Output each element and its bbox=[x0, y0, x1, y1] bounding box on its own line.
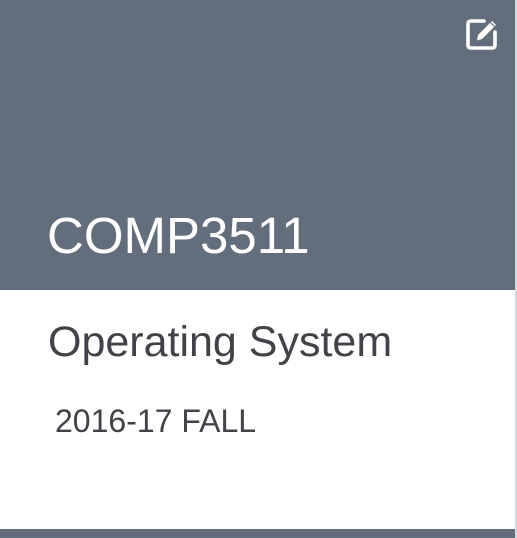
course-card-footer-bar bbox=[0, 529, 517, 538]
course-term: 2016-17 FALL bbox=[55, 403, 257, 439]
edit-icon bbox=[466, 19, 497, 50]
course-name: Operating System bbox=[48, 318, 393, 366]
edit-course-button[interactable] bbox=[462, 14, 502, 54]
course-card[interactable]: COMP3511 Operating System 2016-17 FALL bbox=[0, 0, 517, 538]
course-code: COMP3511 bbox=[47, 207, 310, 264]
